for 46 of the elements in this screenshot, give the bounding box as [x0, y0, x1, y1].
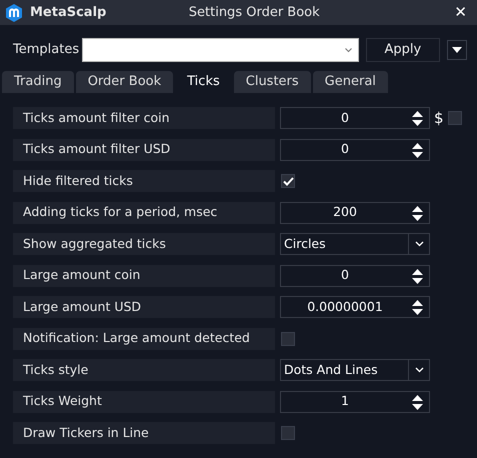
spinner-arrows-icon[interactable]: [412, 300, 423, 315]
apply-button[interactable]: Apply: [366, 38, 440, 62]
tab[interactable]: General: [312, 71, 388, 93]
number-field[interactable]: 0: [280, 138, 430, 160]
tab[interactable]: Clusters: [234, 71, 311, 93]
setting-label: Draw Tickers in Line: [13, 422, 275, 444]
checkbox[interactable]: [281, 332, 295, 346]
app-name: MetaScalp: [30, 4, 108, 22]
spinner-arrows-icon[interactable]: [412, 142, 423, 158]
setting-label: Large amount USD: [13, 296, 275, 318]
spinner-arrows-icon[interactable]: [412, 268, 423, 284]
spinner-arrows-icon[interactable]: [412, 111, 423, 126]
setting-label: Large amount coin: [13, 264, 275, 286]
dropdown[interactable]: Dots And Lines: [280, 359, 430, 381]
tab[interactable]: Order Book: [76, 71, 174, 93]
spinner-arrows-icon[interactable]: [412, 206, 423, 220]
chevron-icon: [414, 367, 424, 373]
tab[interactable]: Trading: [2, 71, 74, 93]
number-field[interactable]: 0: [280, 107, 430, 129]
number-field[interactable]: 0.00000001: [280, 296, 430, 318]
setting-label: Hide filtered ticks: [13, 170, 275, 192]
setting-label: Adding ticks for a period, msec: [13, 202, 275, 224]
setting-label: Notification: Large amount detected: [13, 328, 275, 350]
setting-label: Ticks style: [13, 359, 275, 381]
dropdown-button[interactable]: [447, 40, 467, 60]
number-field[interactable]: 200: [280, 202, 430, 224]
setting-label: Ticks amount filter coin: [13, 107, 275, 129]
number-field[interactable]: 1: [280, 390, 430, 412]
setting-label: Ticks amount filter USD: [13, 138, 275, 160]
setting-label: Ticks Weight: [13, 390, 275, 412]
checkbox[interactable]: [281, 426, 295, 440]
number-field[interactable]: 0: [280, 264, 430, 286]
tab[interactable]: Ticks: [175, 71, 232, 93]
chevron-icon: [344, 48, 352, 53]
triangle-down-icon: [452, 47, 462, 53]
dropdown[interactable]: Circles: [280, 233, 430, 255]
templates-label: Templates: [13, 41, 80, 60]
checkbox[interactable]: [448, 111, 462, 125]
logo-icon: [4, 2, 24, 22]
setting-label: Show aggregated ticks: [13, 233, 275, 255]
spinner-arrows-icon[interactable]: [412, 394, 423, 410]
checkbox[interactable]: [281, 174, 295, 188]
close-button[interactable]: ✕: [448, 5, 473, 20]
window-title: Settings Order Book: [188, 4, 321, 22]
currency-label: $: [434, 108, 444, 129]
chevron-icon: [414, 241, 424, 247]
